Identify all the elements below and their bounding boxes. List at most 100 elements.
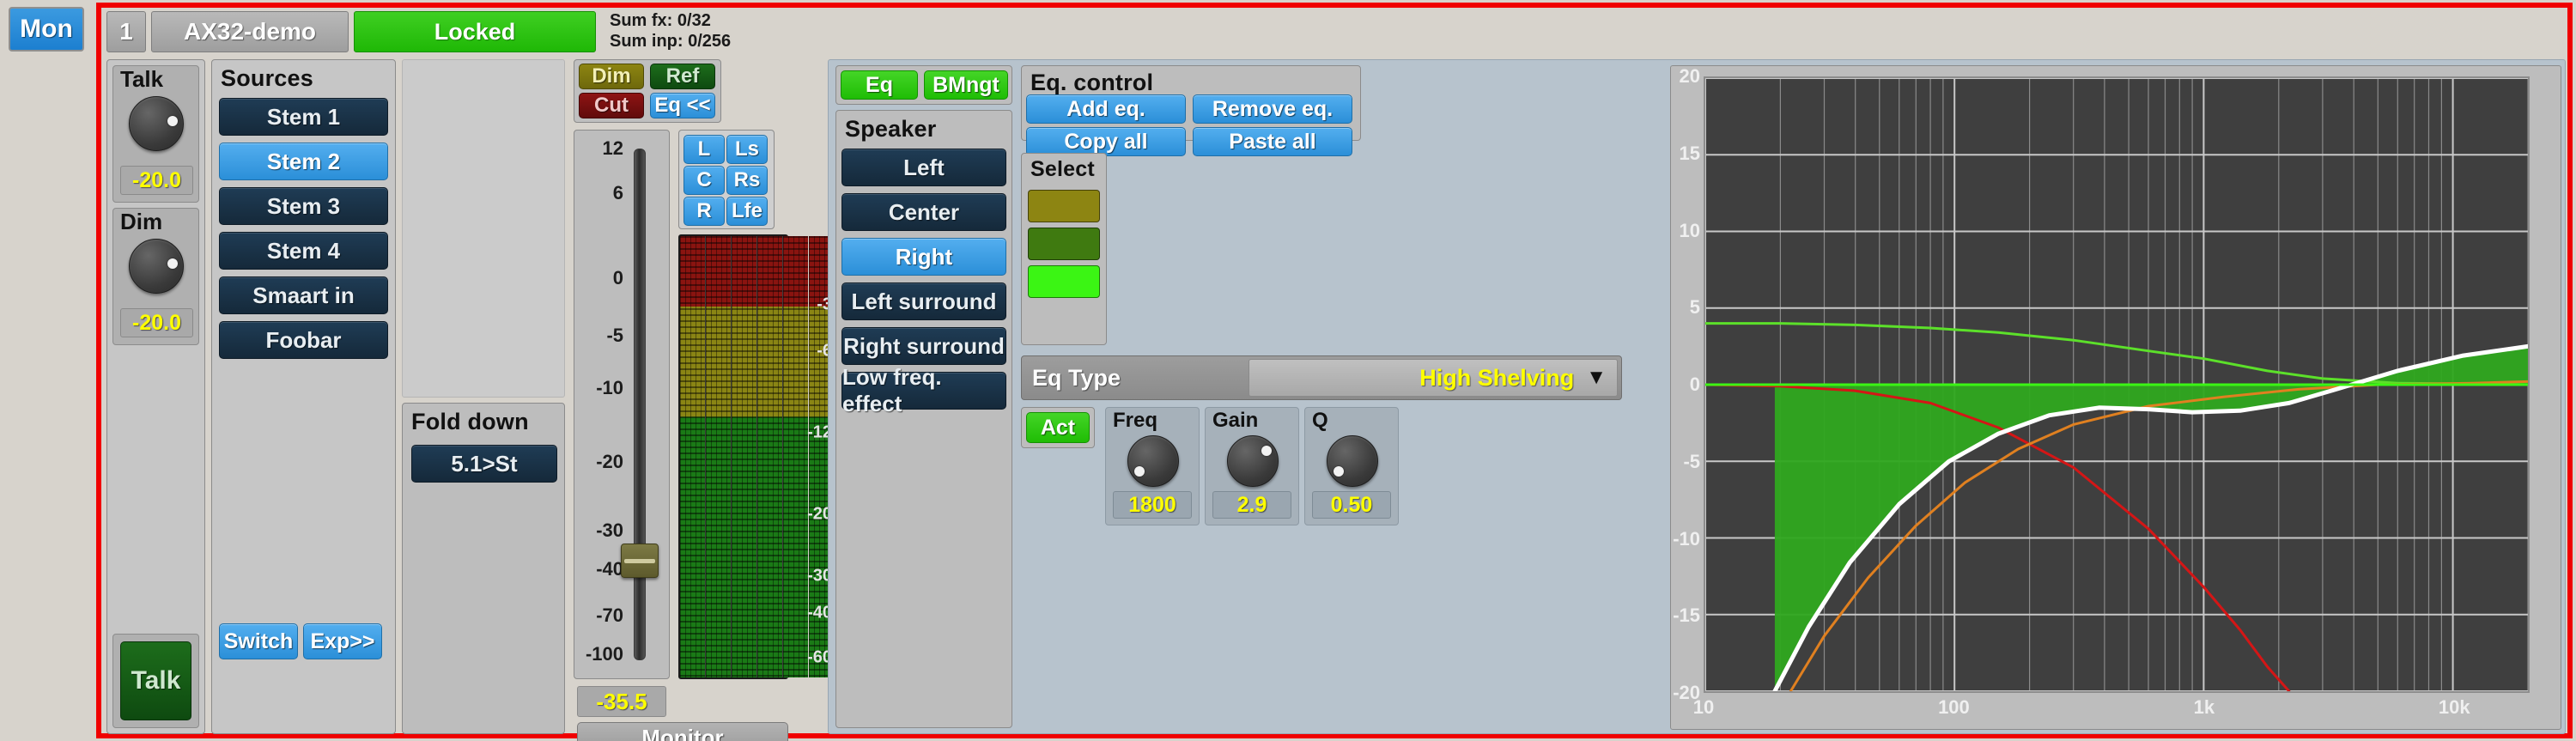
- fader-scale-tick: -10: [596, 376, 623, 398]
- fader-track[interactable]: [634, 149, 646, 660]
- sources-panel: Sources Stem 1 Stem 2 Stem 3 Stem 4 Smaart i…: [211, 59, 396, 734]
- speaker-panel: Speaker Left Center Right Left surround Righ…: [835, 110, 1012, 728]
- sources-spacer: [402, 59, 565, 398]
- eq-type-label: Eq Type: [1032, 364, 1121, 391]
- talk-knob-pointer: [167, 116, 178, 126]
- unit-name[interactable]: AX32-demo: [151, 11, 349, 52]
- channel-button-c[interactable]: C: [683, 166, 725, 195]
- eq-curve-svg: [1705, 78, 2528, 691]
- eq-param-knob-pointer: [1261, 445, 1272, 456]
- sources-expand-button[interactable]: Exp>>: [303, 623, 382, 659]
- main-inner: 1 AX32-demo Locked Sum fx: 0/32 Sum inp:…: [101, 8, 2567, 741]
- eq-param-q-value[interactable]: 0.50: [1312, 491, 1391, 519]
- chart-y-tick: 10: [1679, 219, 1700, 241]
- talk-button[interactable]: Talk: [120, 641, 191, 720]
- eq-type-value: High Shelving: [1419, 364, 1575, 391]
- dim-label: Dim: [120, 209, 163, 234]
- talk-knob-group: Talk -20.0: [112, 65, 199, 203]
- channel-button-rs[interactable]: Rs: [726, 166, 768, 195]
- source-item-6[interactable]: Foobar: [219, 321, 388, 359]
- eq-param-gain-label: Gain: [1212, 409, 1259, 432]
- eq-graph-plot[interactable]: [1704, 76, 2530, 693]
- folddown-title: Fold down: [411, 409, 529, 434]
- add-eq-button[interactable]: Add eq.: [1026, 94, 1186, 124]
- source-item-4[interactable]: Stem 4: [219, 232, 388, 270]
- talk-value[interactable]: -20.0: [120, 166, 193, 195]
- eq-band-swatch-3[interactable]: [1028, 265, 1100, 298]
- eq-param-freq-value[interactable]: 1800: [1113, 491, 1192, 519]
- source-item-3[interactable]: Stem 3: [219, 187, 388, 225]
- fader-scale-tick: -40: [596, 558, 623, 580]
- dim-toggle-button[interactable]: Dim: [579, 64, 644, 89]
- fader-value[interactable]: -35.5: [577, 686, 666, 717]
- eq-type-value-box[interactable]: High Shelving ▼: [1249, 359, 1618, 397]
- meter-channel: [757, 236, 782, 677]
- channel-button-ls[interactable]: Ls: [726, 135, 768, 164]
- dim-knob[interactable]: [129, 239, 184, 294]
- dim-value[interactable]: -20.0: [120, 308, 193, 337]
- fader-handle[interactable]: [621, 544, 659, 578]
- meter-channel: [680, 236, 705, 677]
- meter-channel: [732, 236, 756, 677]
- copy-all-button[interactable]: Copy all: [1026, 127, 1186, 156]
- chart-y-tick: 15: [1679, 142, 1700, 164]
- lock-status-badge[interactable]: Locked: [354, 11, 596, 52]
- band-active-button[interactable]: Act: [1026, 412, 1090, 443]
- tab-bmngt[interactable]: BMngt: [924, 70, 1008, 100]
- channel-button-lfe[interactable]: Lfe: [726, 197, 768, 226]
- chart-y-tick: -10: [1673, 527, 1700, 550]
- channel-button-r[interactable]: R: [683, 197, 725, 226]
- band-select-panel: Select: [1021, 153, 1107, 345]
- fader-scale-tick: -20: [596, 451, 623, 473]
- chart-x-tick: 100: [1938, 696, 1970, 718]
- folddown-button[interactable]: 5.1>St: [411, 445, 557, 483]
- talk-label: Talk: [120, 66, 164, 92]
- mon-rail: Mon: [0, 0, 94, 741]
- eq-param-freq-knob[interactable]: [1127, 435, 1179, 487]
- eq-collapse-button[interactable]: Eq <<: [650, 93, 715, 118]
- mon-button[interactable]: Mon: [9, 7, 84, 52]
- eq-graph-y-axis: 20 15 10 5 0 -5 -10 -15 -20: [1671, 65, 1700, 703]
- dim-knob-group: Dim -20.0: [112, 208, 199, 345]
- speaker-title: Speaker: [845, 116, 937, 142]
- speaker-item-2[interactable]: Center: [841, 193, 1006, 231]
- monitor-strip: Dim Ref Cut Eq << 12 6 0 -5 -10 -20 -30 -40 -70 -…: [574, 59, 834, 741]
- speaker-item-3[interactable]: Right: [841, 238, 1006, 276]
- fader-scale-tick: -5: [606, 325, 623, 346]
- cut-toggle-button[interactable]: Cut: [579, 93, 644, 118]
- chart-x-tick: 1k: [2193, 696, 2215, 718]
- unit-number[interactable]: 1: [106, 11, 146, 52]
- speaker-item-1[interactable]: Left: [841, 149, 1006, 186]
- eq-band-swatch-1[interactable]: [1028, 190, 1100, 222]
- remove-eq-button[interactable]: Remove eq.: [1193, 94, 1352, 124]
- speaker-item-5[interactable]: Right surround: [841, 327, 1006, 365]
- eq-param-gain-value[interactable]: 2.9: [1212, 491, 1291, 519]
- eq-param-gain-group: Gain 2.9: [1205, 407, 1299, 525]
- eq-param-q-label: Q: [1312, 409, 1328, 432]
- main-frame: 1 AX32-demo Locked Sum fx: 0/32 Sum inp:…: [96, 3, 2573, 741]
- monitor-select-button[interactable]: Monitor: [577, 722, 788, 741]
- tab-eq[interactable]: Eq: [841, 70, 918, 100]
- eq-param-q-knob[interactable]: [1327, 435, 1378, 487]
- source-item-2[interactable]: Stem 2: [219, 143, 388, 180]
- fader-column: 12 6 0 -5 -10 -20 -30 -40 -70 -100: [574, 130, 670, 679]
- fader-scale-tick: 12: [602, 137, 623, 160]
- source-item-1[interactable]: Stem 1: [219, 98, 388, 136]
- ref-toggle-button[interactable]: Ref: [650, 64, 715, 89]
- channel-button-l[interactable]: L: [683, 135, 725, 164]
- paste-all-button[interactable]: Paste all: [1193, 127, 1352, 156]
- talk-knob[interactable]: [129, 96, 184, 151]
- talk-button-group: Talk: [112, 634, 199, 728]
- eq-band-swatch-2[interactable]: [1028, 228, 1100, 260]
- eq-param-gain-knob[interactable]: [1227, 435, 1279, 487]
- eq-param-knob-pointer: [1134, 465, 1145, 477]
- speaker-item-4[interactable]: Left surround: [841, 282, 1006, 320]
- source-item-5[interactable]: Smaart in: [219, 276, 388, 314]
- eq-type-selector[interactable]: Eq Type High Shelving ▼: [1021, 355, 1622, 400]
- channel-grid: L Ls C Rs R Lfe: [683, 135, 768, 226]
- talk-dim-panel: Talk -20.0 Dim -20.0 Talk: [106, 59, 205, 734]
- fader-scale-tick: 6: [612, 181, 623, 203]
- sources-switch-button[interactable]: Switch: [219, 623, 298, 659]
- speaker-item-6[interactable]: Low freq. effect: [841, 364, 1006, 416]
- chart-y-tick: 5: [1689, 296, 1700, 319]
